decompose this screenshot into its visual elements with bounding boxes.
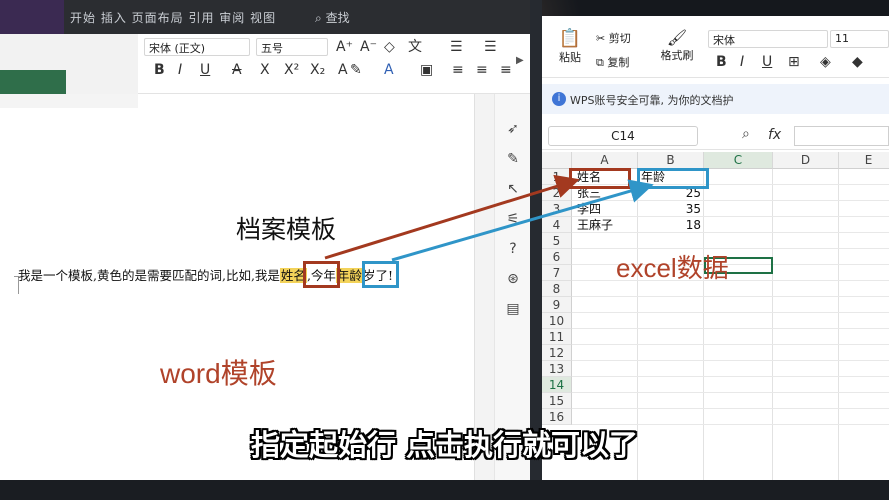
video-subtitle: 指定起始行 点击执行就可以了	[250, 428, 639, 462]
bottom-band	[0, 480, 889, 500]
